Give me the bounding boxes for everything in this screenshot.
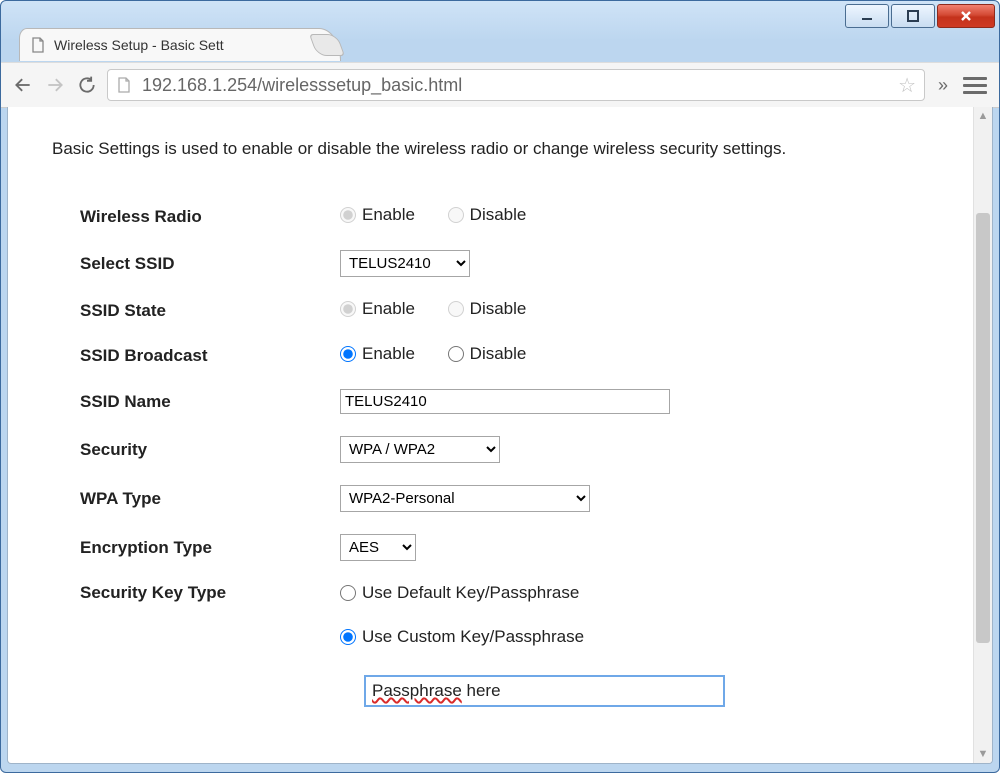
radio-input[interactable] (340, 301, 356, 317)
page-viewport: ▲ ▼ Basic Settings is used to enable or … (7, 107, 993, 764)
back-button[interactable] (11, 73, 35, 97)
browser-tabstrip: Wireless Setup - Basic Sett × (1, 28, 999, 62)
reload-button[interactable] (75, 73, 99, 97)
radio-input[interactable] (340, 346, 356, 362)
scrollbar-thumb[interactable] (976, 213, 990, 643)
ssid-state-enable[interactable]: Enable (340, 299, 415, 319)
scroll-up-arrow-icon[interactable]: ▲ (974, 107, 992, 125)
bookmark-star-icon[interactable]: ☆ (898, 73, 916, 98)
scrollbar-track[interactable] (974, 125, 992, 745)
radio-label: Enable (362, 344, 415, 364)
window-close-button[interactable] (937, 4, 995, 28)
passphrase-word: Passphrase (372, 681, 462, 700)
radio-input[interactable] (340, 585, 356, 601)
label-ssid-broadcast: SSID Broadcast (80, 346, 340, 366)
ssid-broadcast-options: Enable Disable (340, 344, 954, 367)
window-titlebar (1, 1, 999, 30)
radio-label: Disable (470, 344, 527, 364)
radio-input[interactable] (448, 346, 464, 362)
label-wireless-radio: Wireless Radio (80, 207, 340, 227)
browser-toolbar: 192.168.1.254/wirelesssetup_basic.html ☆… (1, 62, 999, 108)
settings-form: Wireless Radio Enable Disable Select SSI… (80, 205, 954, 707)
radio-label: Disable (470, 205, 527, 225)
browser-tab-title: Wireless Setup - Basic Sett (54, 37, 224, 53)
radio-input[interactable] (340, 629, 356, 645)
ssid-broadcast-enable[interactable]: Enable (340, 344, 415, 364)
radio-label: Enable (362, 299, 415, 319)
browser-tab-active[interactable]: Wireless Setup - Basic Sett × (19, 28, 341, 61)
select-ssid-dropdown[interactable]: TELUS2410 (340, 250, 470, 277)
security-key-type-options: Use Default Key/Passphrase Use Custom Ke… (340, 583, 954, 707)
forward-button[interactable] (43, 73, 67, 97)
label-ssid-state: SSID State (80, 301, 340, 321)
radio-label: Disable (470, 299, 527, 319)
wpa-type-dropdown[interactable]: WPA2-Personal (340, 485, 590, 512)
ssid-name-input[interactable] (340, 389, 670, 414)
radio-input[interactable] (448, 207, 464, 223)
hamburger-menu-icon[interactable] (961, 73, 989, 97)
address-bar[interactable]: 192.168.1.254/wirelesssetup_basic.html ☆ (107, 69, 925, 101)
passphrase-input[interactable]: Passphrase here (364, 675, 725, 707)
window-maximize-button[interactable] (891, 4, 935, 28)
radio-label: Enable (362, 205, 415, 225)
label-wpa-type: WPA Type (80, 489, 340, 509)
radio-input[interactable] (340, 207, 356, 223)
radio-label: Use Custom Key/Passphrase (362, 627, 584, 647)
label-select-ssid: Select SSID (80, 254, 340, 274)
key-type-custom[interactable]: Use Custom Key/Passphrase (340, 627, 926, 647)
security-dropdown[interactable]: WPA / WPA2 (340, 436, 500, 463)
wireless-radio-disable[interactable]: Disable (448, 205, 527, 225)
ssid-state-disable[interactable]: Disable (448, 299, 527, 319)
label-security: Security (80, 440, 340, 460)
wireless-radio-options: Enable Disable (340, 205, 954, 228)
ssid-state-options: Enable Disable (340, 299, 954, 322)
ssid-broadcast-disable[interactable]: Disable (448, 344, 527, 364)
label-security-key-type: Security Key Type (80, 583, 340, 603)
address-bar-url: 192.168.1.254/wirelesssetup_basic.html (142, 75, 898, 96)
key-type-default[interactable]: Use Default Key/Passphrase (340, 583, 926, 603)
label-encryption-type: Encryption Type (80, 538, 340, 558)
page-icon (30, 37, 46, 53)
radio-label: Use Default Key/Passphrase (362, 583, 579, 603)
passphrase-rest: here (462, 681, 501, 700)
encryption-type-dropdown[interactable]: AES (340, 534, 416, 561)
toolbar-overflow-button[interactable]: » (933, 75, 953, 96)
radio-input[interactable] (448, 301, 464, 317)
window-frame: Wireless Setup - Basic Sett × 192.168.1.… (0, 0, 1000, 773)
page-content: Basic Settings is used to enable or disa… (8, 107, 992, 727)
page-icon (116, 77, 132, 93)
label-ssid-name: SSID Name (80, 392, 340, 412)
intro-text: Basic Settings is used to enable or disa… (52, 139, 954, 159)
wireless-radio-enable[interactable]: Enable (340, 205, 415, 225)
vertical-scrollbar[interactable]: ▲ ▼ (973, 107, 992, 763)
scroll-down-arrow-icon[interactable]: ▼ (974, 745, 992, 763)
window-minimize-button[interactable] (845, 4, 889, 28)
